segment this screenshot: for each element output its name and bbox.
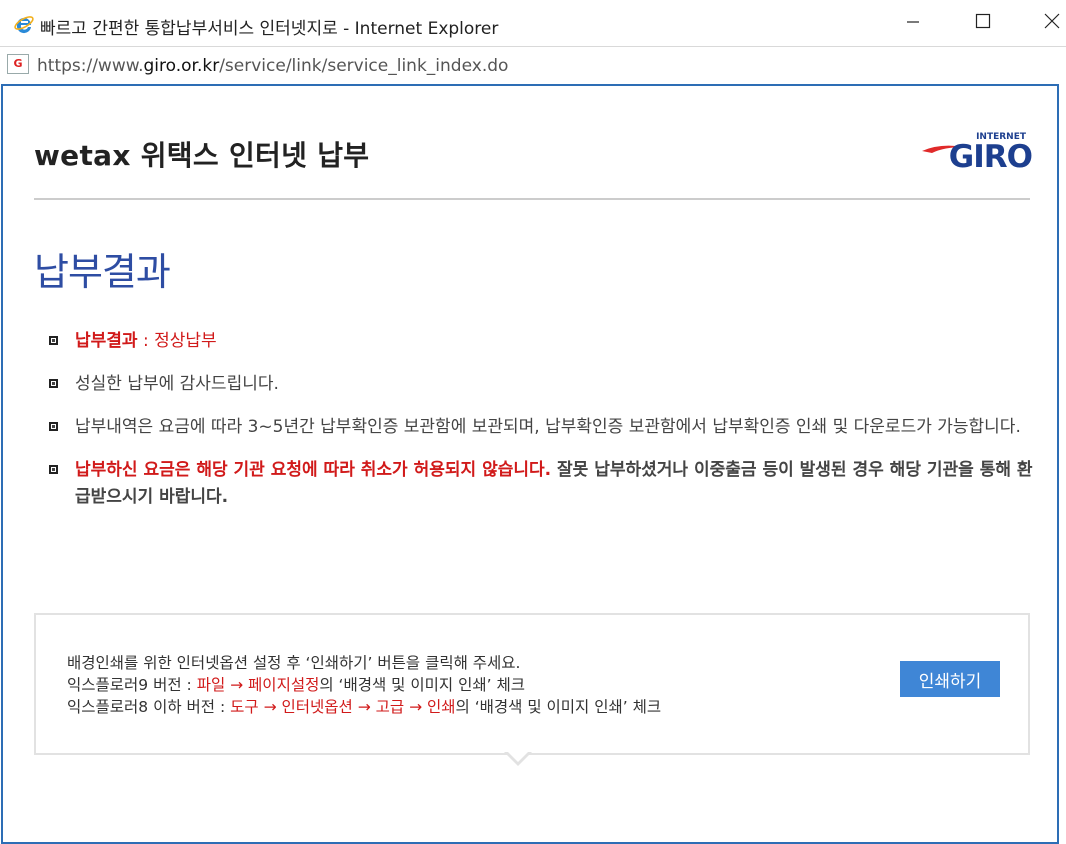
square-bullet-icon — [49, 422, 58, 431]
header-divider — [34, 198, 1030, 200]
square-bullet-icon — [49, 336, 58, 345]
result-bullet-list: 납부결과 : 정상납부 성실한 납부에 감사드립니다. 납부내역은 요금에 따라… — [49, 328, 1039, 527]
result-value: 정상납부 — [154, 331, 217, 351]
thanks-text: 성실한 납부에 감사드립니다. — [75, 374, 279, 394]
page-title: 납부결과 — [34, 250, 171, 294]
internet-explorer-icon — [13, 12, 35, 34]
giro-logo: INTERNET GIRO — [922, 132, 1032, 171]
site-title: wetax 위택스 인터넷 납부 — [34, 139, 370, 172]
list-item-result: 납부결과 : 정상납부 — [49, 328, 1039, 355]
minimize-button[interactable] — [888, 8, 938, 38]
maximize-button[interactable] — [958, 8, 1008, 38]
close-icon — [1044, 13, 1060, 33]
url-text[interactable]: https://www.giro.or.kr/service/link/serv… — [37, 56, 508, 76]
notice-line-1: 배경인쇄를 위한 인터넷옵션 설정 후 ‘인쇄하기’ 버튼을 클릭해 주세요. — [67, 654, 521, 672]
print-notice-text: 배경인쇄를 위한 인터넷옵션 설정 후 ‘인쇄하기’ 버튼을 클릭해 주세요. … — [67, 652, 661, 718]
notice-line-3: 익스플로러8 이하 버전 : 도구 → 인터넷옵션 → 고급 → 인쇄의 ‘배경… — [67, 698, 662, 716]
notice-line-2: 익스플로러9 버전 : 파일 → 페이지설정의 ‘배경색 및 이미지 인쇄’ 체… — [67, 676, 525, 694]
square-bullet-icon — [49, 465, 58, 474]
window-title: 빠르고 간편한 통합납부서비스 인터넷지로 - Internet Explore… — [40, 19, 499, 39]
maximize-icon — [975, 13, 991, 33]
list-item-retention: 납부내역은 요금에 따라 3~5년간 납부확인증 보관함에 보관되며, 납부확인… — [49, 414, 1039, 441]
square-bullet-icon — [49, 379, 58, 388]
result-separator: : — [137, 331, 155, 351]
retention-text: 납부내역은 요금에 따라 3~5년간 납부확인증 보관함에 보관되며, 납부확인… — [75, 417, 1021, 437]
svg-text:GIRO: GIRO — [949, 139, 1032, 171]
list-item-warning: 납부하신 요금은 해당 기관 요청에 따라 취소가 허용되지 않습니다. 잘못 … — [49, 457, 1039, 511]
notice-pointer-inner — [506, 750, 530, 762]
close-button[interactable] — [1029, 8, 1066, 38]
window-titlebar: 빠르고 간편한 통합납부서비스 인터넷지로 - Internet Explore… — [0, 0, 1066, 46]
address-bar[interactable]: G https://www.giro.or.kr/service/link/se… — [0, 46, 1066, 81]
minimize-icon — [906, 14, 920, 33]
print-notice-box: 배경인쇄를 위한 인터넷옵션 설정 후 ‘인쇄하기’ 버튼을 클릭해 주세요. … — [34, 613, 1030, 755]
list-item-thanks: 성실한 납부에 감사드립니다. — [49, 371, 1039, 398]
print-button[interactable]: 인쇄하기 — [900, 661, 1000, 697]
page-content: wetax 위택스 인터넷 납부 INTERNET GIRO 납부결과 납부결과… — [1, 84, 1059, 844]
warning-red-text: 납부하신 요금은 해당 기관 요청에 따라 취소가 허용되지 않습니다. — [75, 460, 552, 480]
result-label: 납부결과 — [75, 331, 138, 351]
site-favicon-icon: G — [7, 54, 29, 74]
